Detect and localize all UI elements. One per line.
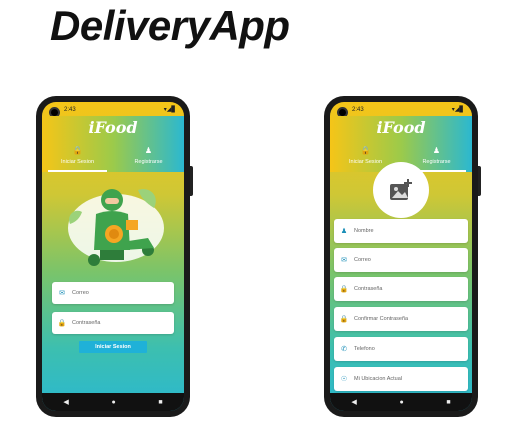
android-navbar: ◀ ● ■: [330, 393, 472, 411]
email-field[interactable]: ✉ Correo: [52, 282, 174, 304]
email-field[interactable]: ✉ Correo: [334, 248, 468, 272]
tab-login-label: Iniciar Sesion: [60, 159, 95, 165]
tab-register-label: Registrarse: [422, 159, 451, 165]
phone-login: 2:43 ▾◢▊ iFood 🔒 Iniciar Sesion ♟ Regist…: [36, 96, 193, 417]
back-icon[interactable]: ◀: [63, 398, 68, 406]
status-time: 2:43: [352, 107, 364, 113]
home-icon[interactable]: ●: [399, 399, 403, 406]
recent-apps-icon[interactable]: ■: [446, 399, 450, 406]
tab-login-label: Iniciar Sesion: [348, 159, 383, 165]
location-field[interactable]: ☉ Mi Ubicacion Actual: [334, 367, 468, 391]
phone-placeholder: Telefono: [354, 346, 375, 352]
phone-field[interactable]: ✆ Telefono: [334, 337, 468, 361]
mail-icon: ✉: [59, 290, 65, 297]
status-icons: ▾◢▊: [451, 107, 464, 113]
phone-icon: ✆: [341, 346, 347, 353]
back-icon[interactable]: ◀: [351, 398, 356, 406]
location-placeholder: Mi Ubicacion Actual: [354, 376, 402, 382]
auth-tabs: 🔒 Iniciar Sesion ♟ Registrarse: [42, 142, 184, 172]
profile-photo-picker[interactable]: [373, 162, 429, 218]
password-placeholder: Contraseña: [72, 320, 101, 326]
scooter-wheel-front: [88, 254, 100, 266]
tab-register-label: Registrarse: [134, 159, 163, 165]
lock-icon: 🔒: [57, 320, 67, 327]
person-icon: ♟: [144, 146, 153, 155]
name-placeholder: Nombre: [354, 228, 374, 234]
phone-side-button: [478, 166, 481, 196]
header: iFood 🔒 Iniciar Sesion ♟ Registrarse: [42, 116, 184, 172]
status-icons: ▾◢▊: [163, 107, 176, 113]
add-photo-icon: [390, 179, 412, 200]
phone-side-button: [190, 166, 193, 196]
home-icon[interactable]: ●: [111, 399, 115, 406]
brand-logo: iFood: [88, 118, 138, 137]
courier-legs: [100, 250, 124, 260]
password-field[interactable]: 🔒 Contraseña: [52, 312, 174, 334]
status-bar: 2:43 ▾◢▊: [42, 102, 184, 116]
status-bar: 2:43 ▾◢▊: [330, 102, 472, 116]
package-box: [126, 220, 138, 230]
lock-icon: 🔒: [72, 146, 83, 155]
confirm-password-field[interactable]: 🔒 Confirmar Contraseña: [334, 307, 468, 331]
name-field[interactable]: ♟ Nombre: [334, 219, 468, 243]
android-navbar: ◀ ● ■: [42, 393, 184, 411]
status-time: 2:43: [64, 107, 76, 113]
login-button[interactable]: Iniciar Sesion: [79, 341, 147, 353]
app-title: DeliveryApp: [50, 2, 290, 49]
lock-icon: 🔒: [339, 316, 349, 323]
delivery-illustration: [68, 189, 164, 266]
lock-icon: 🔒: [360, 146, 371, 155]
confirm-password-placeholder: Confirmar Contraseña: [354, 316, 409, 322]
recent-apps-icon[interactable]: ■: [158, 399, 162, 406]
email-placeholder: Correo: [72, 290, 89, 296]
tab-login[interactable]: 🔒 Iniciar Sesion: [42, 142, 113, 172]
stage: DeliveryApp 2:43 ▾◢▊ iFood 🔒 Iniciar Ses…: [0, 0, 509, 429]
register-screen: 2:43 ▾◢▊ iFood 🔒 Iniciar Sesion ♟ Regist…: [330, 102, 472, 411]
tab-register[interactable]: ♟ Registrarse: [113, 142, 184, 172]
password-field[interactable]: 🔒 Contraseña: [334, 277, 468, 301]
location-icon: ☉: [340, 376, 348, 383]
person-icon: ♟: [340, 228, 348, 235]
courier-visor: [105, 198, 119, 204]
password-placeholder: Contraseña: [354, 286, 383, 292]
lock-icon: 🔒: [339, 286, 349, 293]
mail-icon: ✉: [341, 257, 347, 264]
brand-logo: iFood: [376, 118, 426, 137]
email-placeholder: Correo: [354, 257, 371, 263]
phone-register: 2:43 ▾◢▊ iFood 🔒 Iniciar Sesion ♟ Regist…: [324, 96, 481, 417]
login-screen: 2:43 ▾◢▊ iFood 🔒 Iniciar Sesion ♟ Regist…: [42, 102, 184, 411]
food-box-inner: [109, 229, 119, 239]
person-icon: ♟: [432, 146, 441, 155]
